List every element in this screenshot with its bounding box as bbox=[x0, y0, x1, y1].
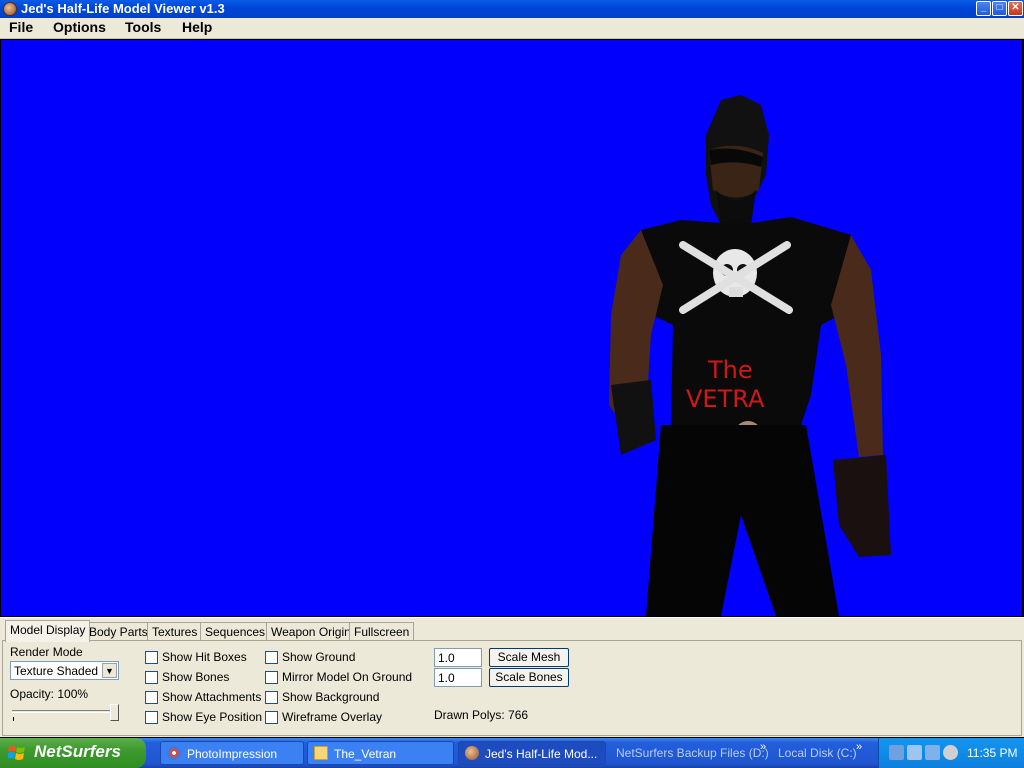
show-attachments-checkbox[interactable] bbox=[145, 691, 158, 704]
show-ground-checkbox[interactable] bbox=[265, 651, 278, 664]
app-icon bbox=[465, 746, 479, 760]
menu-help[interactable]: Help bbox=[182, 19, 212, 35]
show-hit-boxes-label: Show Hit Boxes bbox=[162, 650, 247, 664]
character-model: The VETRA bbox=[609, 95, 891, 616]
scale-bones-button[interactable]: Scale Bones bbox=[489, 668, 569, 687]
show-hit-boxes-checkbox[interactable] bbox=[145, 651, 158, 664]
windows-logo-icon bbox=[8, 746, 25, 760]
slider-tick bbox=[13, 717, 14, 721]
task-photoimpression[interactable]: PhotoImpression bbox=[160, 741, 304, 765]
users-icon[interactable] bbox=[889, 745, 904, 760]
drawn-polys-label: Drawn Polys: 766 bbox=[434, 708, 529, 722]
task-label: The_Vetran bbox=[334, 747, 397, 761]
task-label: PhotoImpression bbox=[187, 747, 278, 761]
tab-fullscreen[interactable]: Fullscreen bbox=[349, 622, 415, 641]
wireframe-overlay-checkbox[interactable] bbox=[265, 711, 278, 724]
photoimpression-icon bbox=[167, 746, 181, 760]
menu-file[interactable]: File bbox=[9, 19, 33, 35]
model-viewport[interactable]: The VETRA bbox=[1, 40, 1022, 616]
mirror-model-checkbox[interactable] bbox=[265, 671, 278, 684]
scale-mesh-input[interactable]: 1.0 bbox=[434, 648, 482, 667]
control-panel: Model Display Body Parts Textures Sequen… bbox=[0, 617, 1024, 737]
show-ground-label: Show Ground bbox=[282, 650, 356, 664]
opacity-slider-track[interactable] bbox=[12, 710, 116, 713]
window-title: Jed's Half-Life Model Viewer v1.3 bbox=[21, 1, 225, 16]
clock[interactable]: 11:35 PM bbox=[967, 746, 1017, 760]
task-label: Jed's Half-Life Mod... bbox=[485, 747, 598, 761]
app-icon[interactable] bbox=[3, 2, 17, 16]
show-background-checkbox[interactable] bbox=[265, 691, 278, 704]
opacity-label: Opacity: 100% bbox=[10, 687, 89, 701]
network-icon[interactable] bbox=[907, 745, 922, 760]
render-mode-value: Texture Shaded bbox=[14, 664, 99, 678]
scale-mesh-button[interactable]: Scale Mesh bbox=[489, 648, 569, 667]
task-the-vetran[interactable]: The_Vetran bbox=[307, 741, 454, 765]
toolbar-backup-files[interactable]: NetSurfers Backup Files (D:) bbox=[616, 746, 769, 760]
shirt-text-the: The bbox=[707, 356, 753, 384]
start-button[interactable]: NetSurfers bbox=[0, 738, 146, 768]
show-eye-position-checkbox[interactable] bbox=[145, 711, 158, 724]
maximize-button[interactable]: □ bbox=[992, 1, 1007, 16]
start-label: NetSurfers bbox=[34, 742, 121, 761]
chevron-down-icon[interactable]: ▼ bbox=[102, 663, 117, 678]
menu-bar: File Options Tools Help bbox=[0, 18, 1024, 39]
toolbar-local-disk[interactable]: Local Disk (C:) bbox=[778, 746, 857, 760]
folder-icon bbox=[314, 746, 328, 760]
minimize-button[interactable]: _ bbox=[976, 1, 991, 16]
tab-model-display[interactable]: Model Display bbox=[5, 620, 91, 642]
show-bones-label: Show Bones bbox=[162, 670, 230, 684]
close-button[interactable]: ✕ bbox=[1008, 1, 1023, 16]
system-tray: 11:35 PM bbox=[878, 738, 1024, 768]
tab-body-parts[interactable]: Body Parts bbox=[84, 622, 153, 641]
wireframe-overlay-label: Wireframe Overlay bbox=[282, 710, 383, 724]
taskbar: NetSurfers PhotoImpression The_Vetran Je… bbox=[0, 738, 1024, 768]
menu-options[interactable]: Options bbox=[53, 19, 106, 35]
opacity-slider-thumb[interactable] bbox=[110, 704, 119, 721]
show-eye-position-label: Show Eye Position bbox=[162, 710, 263, 724]
mirror-model-label: Mirror Model On Ground bbox=[282, 670, 413, 684]
tab-textures[interactable]: Textures bbox=[147, 622, 203, 641]
tab-weapon-origin[interactable]: Weapon Origin bbox=[266, 622, 356, 641]
show-background-label: Show Background bbox=[282, 690, 380, 704]
render-mode-label: Render Mode bbox=[10, 645, 83, 659]
menu-tools[interactable]: Tools bbox=[125, 19, 161, 35]
tab-sequences[interactable]: Sequences bbox=[200, 622, 271, 641]
show-bones-checkbox[interactable] bbox=[145, 671, 158, 684]
chevron-icon[interactable]: » bbox=[856, 741, 862, 753]
shirt-text-vetra: VETRA bbox=[686, 385, 765, 413]
chevron-icon[interactable]: » bbox=[760, 741, 766, 753]
network-icon[interactable] bbox=[925, 745, 940, 760]
task-model-viewer[interactable]: Jed's Half-Life Mod... bbox=[458, 741, 606, 765]
render-mode-select[interactable]: Texture Shaded ▼ bbox=[10, 661, 119, 680]
show-attachments-label: Show Attachments bbox=[162, 690, 262, 704]
speaker-icon[interactable] bbox=[943, 745, 958, 760]
title-bar: Jed's Half-Life Model Viewer v1.3 _ □ ✕ bbox=[0, 0, 1024, 18]
scale-bones-input[interactable]: 1.0 bbox=[434, 668, 482, 687]
